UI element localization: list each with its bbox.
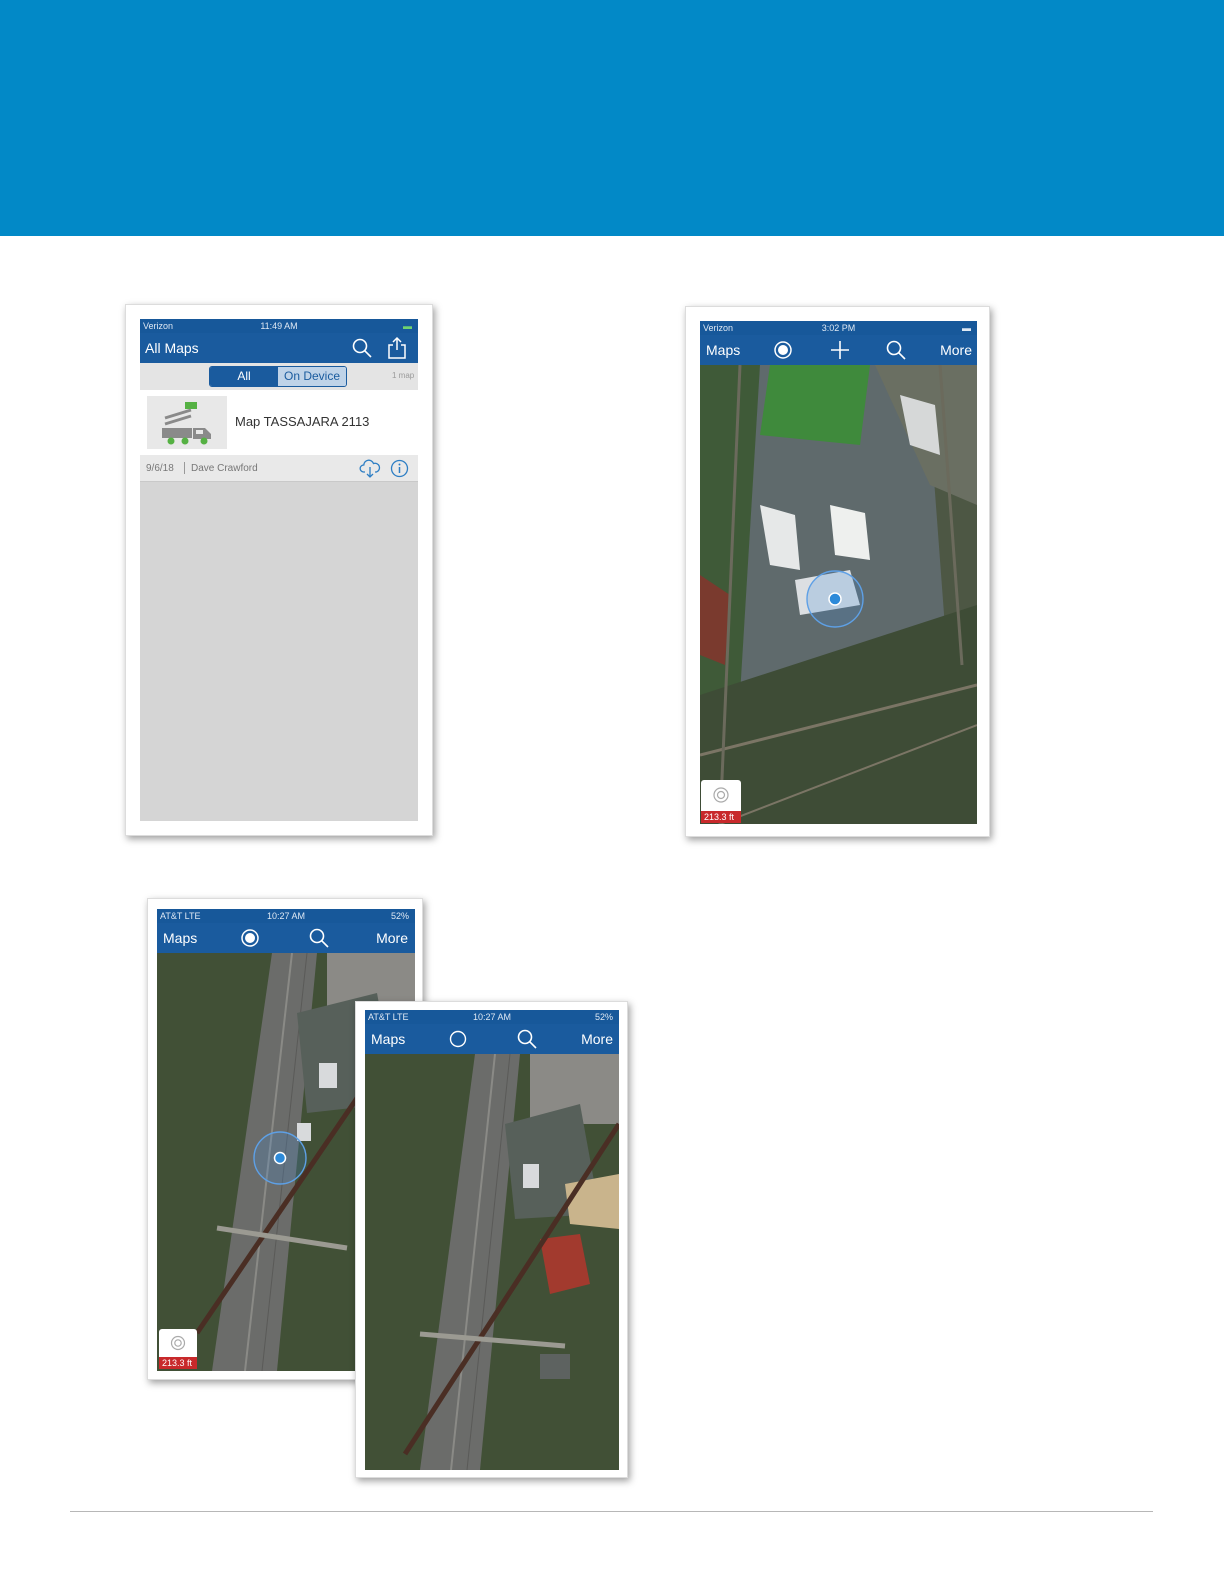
maps-button[interactable]: Maps [163, 930, 197, 946]
location-dot [828, 592, 842, 606]
segment-all[interactable]: All [210, 367, 278, 386]
more-button[interactable]: More [940, 342, 972, 358]
nav-bar: Maps More [157, 923, 415, 953]
location-target-icon [170, 1335, 186, 1351]
map-meta-row: 9/6/18 Dave Crawford [140, 455, 418, 482]
status-bar: AT&T LTE 10:27 AM 52% [365, 1010, 619, 1024]
battery-icon: ▬ [962, 323, 971, 333]
battery-label: 52% [390, 911, 409, 921]
clock-label: 10:27 AM [472, 1012, 512, 1022]
maps-button[interactable]: Maps [371, 1031, 405, 1047]
map-author: Dave Crawford [191, 463, 258, 474]
maps-button[interactable]: Maps [706, 342, 740, 358]
segment-on-device[interactable]: On Device [278, 367, 346, 386]
my-location-button[interactable] [159, 1329, 197, 1357]
footer-rule [70, 1511, 1153, 1512]
nav-bar: Maps More [365, 1024, 619, 1054]
segmented-control: All On Device [209, 366, 347, 387]
clock-label: 3:02 PM [821, 323, 856, 333]
map-title: Map TASSAJARA 2113 [235, 414, 370, 429]
cloud-download-icon[interactable] [359, 458, 381, 478]
nav-bar: All Maps [140, 333, 418, 363]
screenshot-all-maps: Verizon 11:49 AM ▬ All Maps All On Devic… [125, 304, 433, 836]
clock-label: 11:49 AM [260, 321, 298, 331]
screenshot-highway-location-off: AT&T LTE 10:27 AM 52% Maps More [355, 1001, 628, 1478]
location-dot [273, 1151, 287, 1165]
status-bar: Verizon 11:49 AM ▬ [140, 319, 418, 333]
status-bar: AT&T LTE 10:27 AM 52% [157, 909, 415, 923]
location-icon[interactable] [773, 340, 793, 360]
location-off-icon[interactable] [448, 1029, 468, 1049]
map-thumbnail [147, 396, 227, 449]
clock-label: 10:27 AM [266, 911, 306, 921]
status-bar: Verizon 3:02 PM ▬ [700, 321, 977, 335]
segment-bar: All On Device 1 map [140, 363, 418, 390]
battery-label: 52% [594, 1012, 613, 1022]
accuracy-badge: 213.3 ft [701, 811, 741, 823]
search-icon[interactable] [885, 339, 907, 361]
map-date: 9/6/18 [146, 463, 174, 474]
satellite-map[interactable] [700, 365, 977, 824]
screenshot-map-location: Verizon 3:02 PM ▬ Maps More 213.3 ft [685, 306, 990, 837]
list-item[interactable]: Map TASSAJARA 2113 [140, 390, 418, 455]
satellite-map[interactable] [365, 1054, 619, 1470]
plus-icon[interactable] [830, 340, 850, 360]
header-band [0, 0, 1224, 236]
search-icon[interactable] [351, 337, 373, 359]
location-icon[interactable] [240, 928, 260, 948]
search-icon[interactable] [516, 1028, 538, 1050]
nav-bar: Maps More [700, 335, 977, 365]
accuracy-badge: 213.3 ft [159, 1357, 197, 1369]
battery-icon: ▬ [403, 321, 412, 331]
info-icon[interactable] [390, 459, 409, 478]
bucket-truck-icon [162, 402, 211, 445]
search-icon[interactable] [308, 927, 330, 949]
page-title: All Maps [145, 340, 199, 356]
more-button[interactable]: More [581, 1031, 613, 1047]
location-target-icon [713, 787, 729, 803]
meta-divider [184, 462, 185, 474]
share-icon[interactable] [386, 336, 408, 360]
my-location-button[interactable] [701, 780, 741, 811]
more-button[interactable]: More [376, 930, 408, 946]
map-count: 1 map [392, 371, 415, 380]
